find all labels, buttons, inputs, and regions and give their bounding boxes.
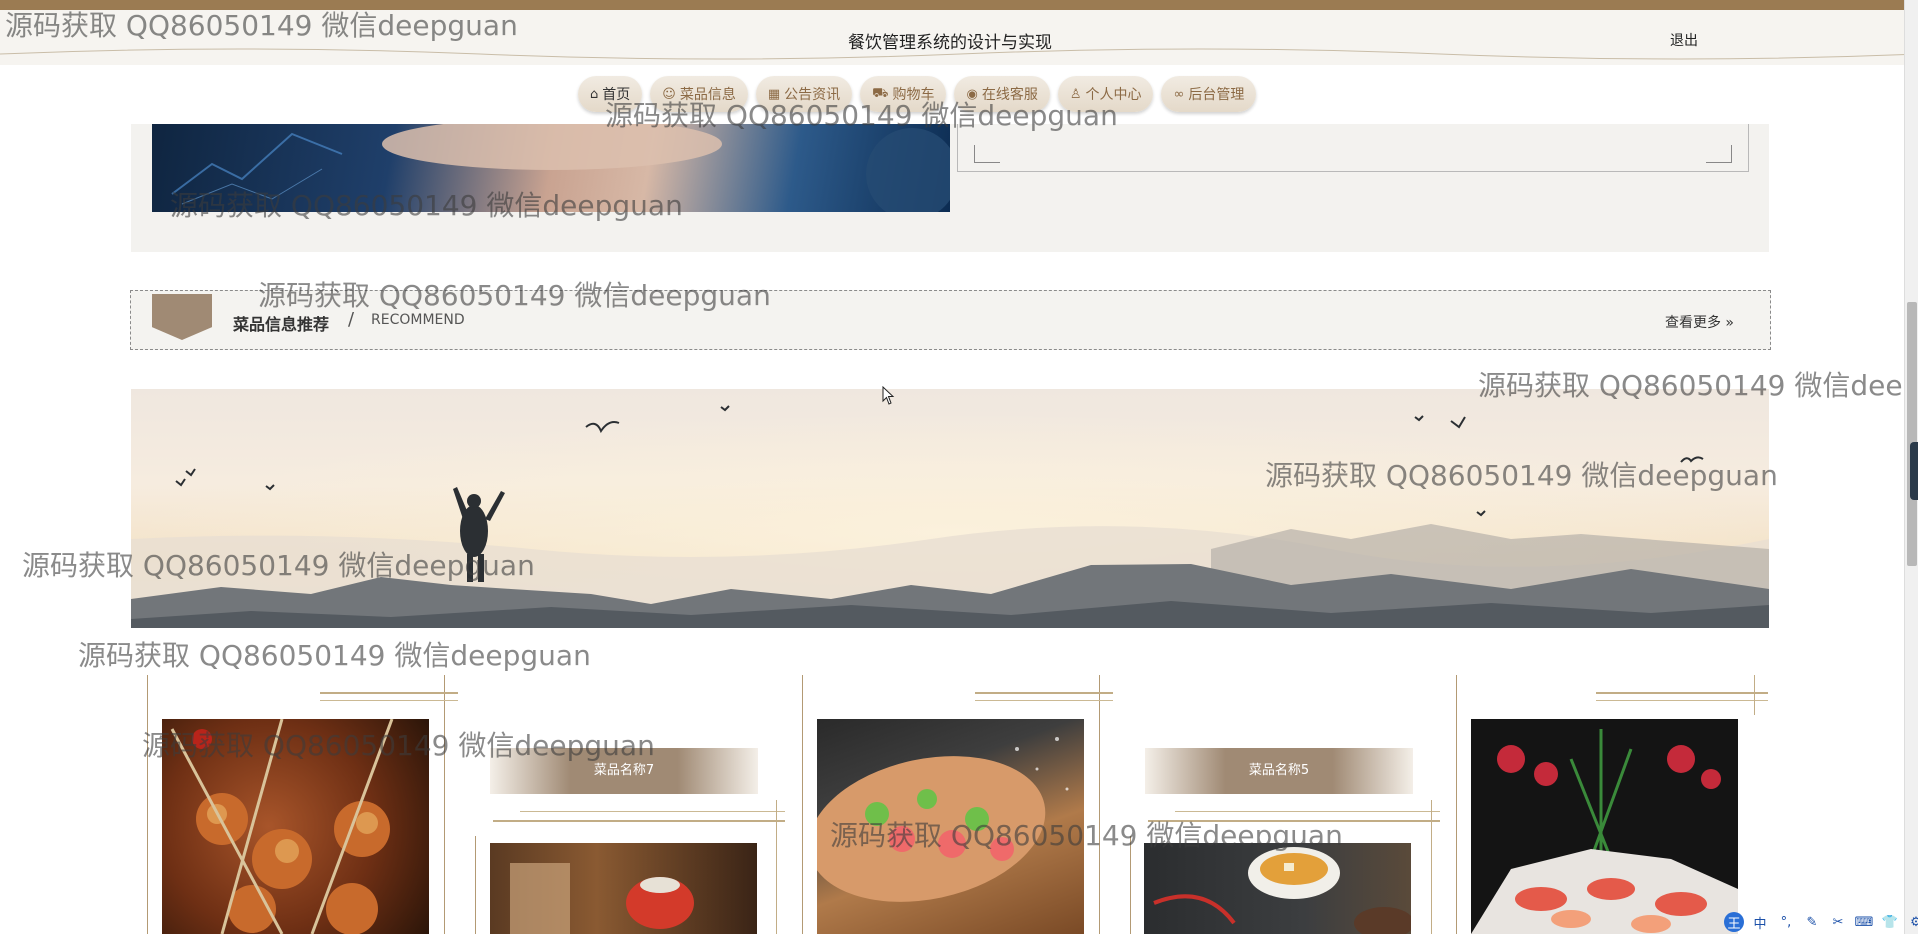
ime-toolbar: 王 中 °, ✎ ✂ ⌨ 👕 ⚙ xyxy=(1724,911,1918,933)
watermark-text: 源码获取 QQ86050149 微信deepguan xyxy=(78,639,591,672)
dish-image[interactable] xyxy=(1471,719,1738,934)
corner-decoration xyxy=(974,145,1000,163)
card-decoration-line xyxy=(1175,811,1440,812)
site-title: 餐饮管理系统的设计与实现 xyxy=(848,33,1052,53)
chat-icon: ◉ xyxy=(966,86,978,102)
card-decoration-line xyxy=(776,800,777,934)
view-more-link[interactable]: 查看更多 » xyxy=(1665,312,1734,332)
nav-item-label: 购物车 xyxy=(892,87,935,103)
card-decoration-line xyxy=(520,811,785,812)
section-badge-icon xyxy=(152,294,212,340)
home-icon: ⌂ xyxy=(590,86,599,102)
recommend-section-header: 菜品信息推荐 / RECOMMEND 查看更多 » xyxy=(130,290,1771,350)
nav-item-service[interactable]: ◉ 在线客服 xyxy=(954,76,1050,112)
nav-item-cart[interactable]: ⛟ 购物车 xyxy=(860,76,947,112)
section-subtitle: RECOMMEND xyxy=(371,312,465,328)
about-text-box xyxy=(957,124,1749,172)
skin-icon[interactable]: 👕 xyxy=(1880,912,1900,932)
cart-icon: ⛟ xyxy=(872,85,889,101)
nav-item-news[interactable]: ▦ 公告资讯 xyxy=(755,76,853,112)
card-decoration-line xyxy=(1754,675,1755,715)
nav-item-admin[interactable]: ∞ 后台管理 xyxy=(1161,76,1257,112)
settings-icon[interactable]: ⚙ xyxy=(1906,912,1918,932)
card-decoration-line xyxy=(1148,820,1440,822)
mouse-cursor-icon xyxy=(882,386,895,405)
keyboard-icon[interactable]: ⌨ xyxy=(1854,912,1874,932)
card-decoration-line xyxy=(1596,692,1768,694)
nav-item-label: 首页 xyxy=(602,87,631,103)
dish-name-tag[interactable]: 菜品名称5 xyxy=(1145,748,1413,794)
scissors-icon[interactable]: ✂ xyxy=(1828,912,1848,932)
ime-logo-icon[interactable]: 王 xyxy=(1724,912,1744,932)
nav-item-label: 后台管理 xyxy=(1188,87,1245,103)
card-decoration-line xyxy=(320,692,458,694)
nav-item-home[interactable]: ⌂ 首页 xyxy=(578,76,643,112)
dish-image[interactable] xyxy=(162,719,429,934)
section-separator: / xyxy=(348,309,355,330)
section-title: 菜品信息推荐 xyxy=(233,315,330,334)
link-icon: ∞ xyxy=(1173,86,1185,102)
side-floating-tab[interactable] xyxy=(1910,442,1918,500)
punctuation-icon[interactable]: °, xyxy=(1776,912,1796,932)
top-accent-strip xyxy=(0,0,1918,10)
user-icon: ♙ xyxy=(1069,86,1082,102)
dish-icon: ☺ xyxy=(662,86,676,102)
card-decoration-line xyxy=(320,700,458,701)
dish-image[interactable] xyxy=(490,843,757,934)
ime-mode-toggle[interactable]: 中 xyxy=(1750,912,1770,932)
nav-item-label: 菜品信息 xyxy=(679,87,736,103)
dish-image[interactable] xyxy=(817,719,1084,934)
card-decoration-line xyxy=(975,700,1113,701)
handwriting-icon[interactable]: ✎ xyxy=(1802,912,1822,932)
card-decoration-line xyxy=(493,820,785,822)
card-decoration-line xyxy=(1431,800,1432,934)
nav-item-dishes[interactable]: ☺ 菜品信息 xyxy=(650,76,748,112)
dish-image[interactable] xyxy=(1144,843,1411,934)
card-decoration-line xyxy=(975,692,1113,694)
scrollbar-thumb[interactable] xyxy=(1907,302,1917,566)
logout-button[interactable]: 退出 xyxy=(1670,30,1698,50)
nav-item-label: 公告资讯 xyxy=(784,87,841,103)
corner-decoration xyxy=(1706,145,1732,163)
about-image xyxy=(152,124,950,212)
card-decoration-line xyxy=(1596,700,1768,701)
nav-item-label: 个人中心 xyxy=(1085,87,1142,103)
recommend-banner xyxy=(131,389,1769,628)
nav-item-profile[interactable]: ♙ 个人中心 xyxy=(1057,76,1154,112)
nav-item-label: 在线客服 xyxy=(981,87,1038,103)
dish-name-tag[interactable]: 菜品名称7 xyxy=(490,748,758,794)
main-nav: ⌂ 首页 ☺ 菜品信息 ▦ 公告资讯 ⛟ 购物车 ◉ 在线客服 ♙ 个人中心 ∞… xyxy=(578,76,1257,112)
notice-icon: ▦ xyxy=(767,86,781,102)
